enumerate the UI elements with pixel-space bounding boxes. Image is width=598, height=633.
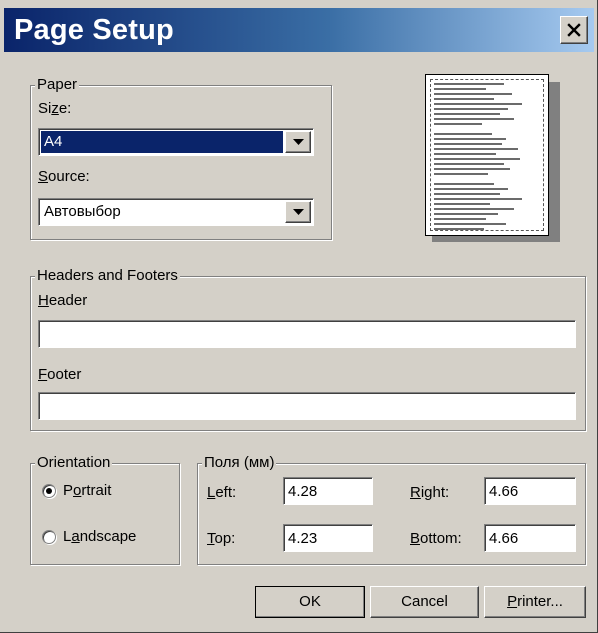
orientation-legend: Orientation: [35, 454, 113, 472]
preview-text-line: [434, 168, 510, 170]
portrait-label: Portrait: [63, 482, 112, 499]
preview-text-line: [434, 173, 488, 175]
close-button[interactable]: [560, 16, 588, 44]
margins-legend: Поля (мм): [202, 454, 277, 472]
printer-button[interactable]: Printer...: [484, 586, 586, 618]
left-margin-label: Left:: [207, 484, 237, 501]
preview-text-line: [434, 138, 506, 140]
preview-text-line: [434, 123, 482, 125]
landscape-option[interactable]: Landscape: [42, 528, 136, 545]
preview-text-line: [434, 208, 514, 210]
preview-text-line: [434, 218, 486, 220]
preview-text-line: [434, 98, 494, 100]
page-preview: [425, 74, 549, 236]
preview-text-line: [434, 193, 500, 195]
page-preview-text-area: [430, 79, 544, 231]
preview-text-line: [434, 198, 522, 200]
top-margin-input[interactable]: [283, 524, 373, 552]
preview-text-line: [434, 93, 512, 95]
source-combobox[interactable]: Автовыбор: [38, 198, 314, 226]
preview-text-line: [434, 148, 518, 150]
preview-text-line: [434, 203, 490, 205]
preview-text-line: [434, 183, 494, 185]
dialog-title: Page Setup: [14, 14, 174, 46]
preview-text-line: [434, 133, 492, 135]
source-dropdown-button[interactable]: [285, 201, 311, 223]
header-label: Header: [38, 292, 88, 309]
source-label: Source:: [38, 168, 90, 185]
printer-button-key: P: [507, 593, 518, 610]
size-dropdown-button[interactable]: [285, 131, 311, 153]
preview-text-line: [434, 228, 484, 230]
preview-text-line: [434, 213, 498, 215]
landscape-label: Landscape: [63, 528, 137, 545]
size-combobox[interactable]: A4: [38, 128, 314, 156]
preview-text-line: [434, 113, 500, 115]
headers-footers-legend: Headers and Footers: [35, 267, 180, 285]
header-input[interactable]: [38, 320, 576, 348]
size-label: Size:: [38, 100, 72, 117]
paper-legend: Paper: [35, 76, 80, 94]
preview-text-line: [434, 118, 514, 120]
left-margin-input[interactable]: [283, 477, 373, 505]
preview-text-line: [434, 108, 508, 110]
preview-text-line: [434, 158, 520, 160]
right-margin-label: Right:: [410, 484, 450, 501]
preview-text-line: [434, 88, 486, 90]
source-selected-value: Автовыбор: [44, 203, 121, 220]
preview-text-line: [434, 143, 502, 145]
preview-text-line: [434, 83, 504, 85]
preview-text-line: [434, 163, 504, 165]
preview-text-line: [434, 103, 522, 105]
page-setup-dialog: Page Setup Paper Size: A4 Source: Автовы…: [0, 0, 598, 633]
bottom-margin-input[interactable]: [484, 524, 576, 552]
footer-label: Footer: [38, 366, 82, 383]
landscape-radio[interactable]: [42, 529, 56, 544]
portrait-option[interactable]: Portrait: [42, 482, 111, 499]
right-margin-input[interactable]: [484, 477, 576, 505]
close-icon: [567, 23, 581, 37]
size-selected-value: A4: [41, 131, 283, 153]
portrait-radio[interactable]: [42, 483, 56, 498]
top-margin-label: Top:: [207, 530, 236, 547]
bottom-margin-label: Bottom:: [410, 530, 462, 547]
cancel-button[interactable]: Cancel: [370, 586, 479, 618]
preview-text-line: [434, 223, 506, 225]
ok-button[interactable]: OK: [255, 586, 365, 618]
footer-input[interactable]: [38, 392, 576, 420]
chevron-down-icon: [292, 138, 304, 145]
preview-text-line: [434, 153, 496, 155]
chevron-down-icon: [292, 208, 304, 215]
printer-button-label: rinter...: [517, 593, 563, 610]
preview-text-line: [434, 188, 508, 190]
title-bar[interactable]: Page Setup: [4, 8, 594, 52]
orientation-group: Orientation: [30, 454, 180, 565]
